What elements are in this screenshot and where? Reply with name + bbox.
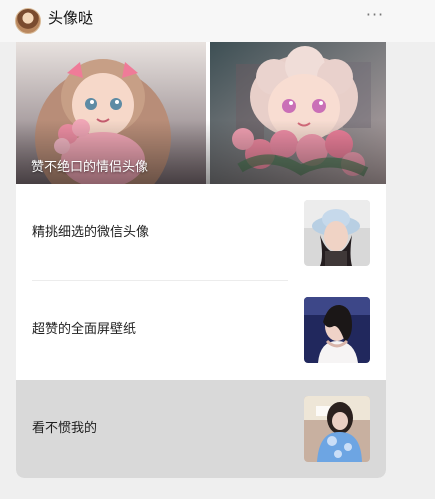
article-title[interactable]: 精挑细选的微信头像: [32, 221, 149, 240]
girl-blue-jacket-thumbnail-image: [304, 396, 370, 462]
article-row[interactable]: 精挑细选的微信头像: [16, 184, 386, 281]
article-row[interactable]: 超赞的全面屏壁纸: [16, 281, 386, 378]
account-header: 头像哒 ···: [0, 0, 435, 42]
girl-blue-background-thumbnail[interactable]: [304, 297, 370, 363]
article-card: 赞不绝口的情侣头像 精挑细选的微信头像 超赞的全面屏壁纸 看不惯我的: [16, 42, 386, 478]
girl-blue-background-thumbnail-image: [304, 297, 370, 363]
banner-title[interactable]: 赞不绝口的情侣头像: [31, 156, 148, 175]
girl-bucket-hat-thumbnail[interactable]: [304, 200, 370, 266]
girl-blue-jacket-thumbnail[interactable]: [304, 396, 370, 462]
article-title[interactable]: 看不惯我的: [32, 417, 97, 436]
avatar-icon[interactable]: [15, 8, 41, 34]
article-row-selected[interactable]: 看不惯我的: [16, 380, 386, 478]
account-name[interactable]: 头像哒: [48, 8, 93, 28]
article-title[interactable]: 超赞的全面屏壁纸: [32, 318, 136, 337]
girl-bucket-hat-thumbnail-image: [304, 200, 370, 266]
banner-article[interactable]: 赞不绝口的情侣头像: [16, 42, 386, 184]
more-dots-icon[interactable]: ···: [364, 6, 386, 28]
